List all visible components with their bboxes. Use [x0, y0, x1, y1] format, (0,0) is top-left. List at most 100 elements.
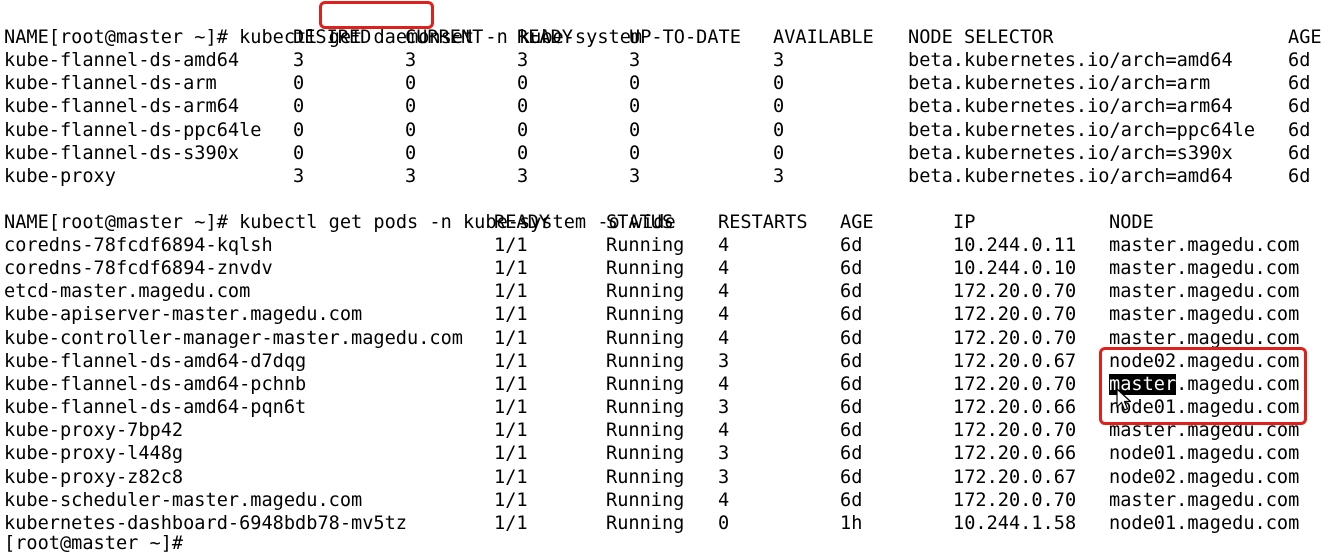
table-cell: 1/1 [494, 350, 528, 372]
table-cell: master.magedu.com [1109, 281, 1300, 303]
table-cell: 0 [629, 119, 641, 141]
table-cell: beta.kubernetes.io/arch=amd64 [908, 166, 1233, 187]
table-cell: kube-proxy-7bp42 [4, 420, 184, 442]
column-header: NODE [1109, 212, 1154, 233]
table-cell: 0 [629, 96, 641, 118]
table-cell: Running [606, 373, 685, 395]
column-header: AGE [1288, 27, 1322, 48]
table-cell: kube-proxy [4, 166, 116, 187]
table-cell: 3 [517, 166, 529, 187]
table-cell: 10.244.1.58 [953, 512, 1077, 534]
table-cell: 10.244.0.11 [953, 235, 1077, 256]
table-cell: kube-flannel-ds-arm [4, 73, 217, 95]
table-cell: 0 [517, 73, 529, 95]
table-cell: coredns-78fcdf6894-znvdv [4, 258, 273, 280]
column-header: READY [494, 212, 550, 233]
table-cell: 0 [405, 119, 417, 141]
table-cell: 172.20.0.67 [953, 466, 1077, 488]
table-cell: 172.20.0.66 [953, 443, 1077, 465]
table-cell: Running [606, 235, 685, 256]
table-cell: 0 [517, 96, 529, 118]
table-cell: 6d [840, 258, 863, 280]
table-cell: 6d [1288, 50, 1311, 71]
terminal-window[interactable]: [root@master ~]# kubectl get daemonset -… [0, 0, 1340, 554]
column-header: READY [517, 27, 573, 48]
table-cell: 172.20.0.70 [953, 281, 1077, 303]
table-cell: 6d [840, 489, 863, 511]
table-cell: 4 [718, 258, 730, 280]
table-cell: 3 [629, 166, 641, 187]
table-cell: 6d [840, 327, 863, 349]
table-cell: 0 [517, 119, 529, 141]
table-cell: 1/1 [494, 489, 528, 511]
table-cell: node01.magedu.com [1109, 443, 1300, 465]
table-cell: 172.20.0.70 [953, 489, 1077, 511]
table-cell: beta.kubernetes.io/arch=arm [908, 73, 1211, 95]
column-header: AGE [840, 212, 874, 233]
column-header: UP-TO-DATE [629, 27, 741, 48]
table-cell: kube-flannel-ds-s390x [4, 142, 240, 164]
table-cell: 172.20.0.70 [953, 420, 1077, 442]
table-cell: 172.20.0.70 [953, 373, 1077, 395]
column-header: IP [953, 212, 976, 233]
column-header: NAME [4, 212, 49, 233]
table-cell: kube-proxy-z82c8 [4, 466, 184, 488]
table-cell: Running [606, 327, 685, 349]
table-cell: 6d [840, 350, 863, 372]
table-cell: 6d [840, 373, 863, 395]
table-cell: 6d [840, 420, 863, 442]
table-cell: 0 [293, 96, 305, 118]
table-cell: 0 [405, 73, 417, 95]
table-cell: 0 [773, 119, 785, 141]
daemonset-table-header: NAME DESIRED CURRENT READY UP-TO-DATE AV… [4, 26, 1322, 49]
table-cell: 0 [718, 512, 730, 534]
table-cell: 0 [629, 73, 641, 95]
table-cell: 1/1 [494, 373, 528, 395]
table-cell: 1/1 [494, 443, 528, 465]
command-line-pods: [root@master ~]# kubectl get pods -n kub… [4, 188, 676, 233]
red-highlight-box-daemonset [319, 1, 434, 29]
column-header: NAME [4, 27, 49, 48]
table-cell: 3 [629, 50, 641, 71]
table-cell: coredns-78fcdf6894-kqlsh [4, 235, 273, 256]
table-cell: kube-flannel-ds-amd64-pchnb [4, 373, 307, 395]
table-cell: Running [606, 397, 685, 419]
table-cell: 6d [1288, 166, 1311, 187]
table-cell: 172.20.0.66 [953, 397, 1077, 419]
table-cell: Running [606, 350, 685, 372]
table-cell: 6d [840, 281, 863, 303]
table-cell: 3 [773, 50, 785, 71]
table-cell: 4 [718, 281, 730, 303]
table-cell: 1/1 [494, 258, 528, 280]
table-cell: kube-flannel-ds-ppc64le [4, 119, 262, 141]
table-cell: 1h [840, 512, 863, 534]
table-cell: 6d [1288, 73, 1311, 95]
table-cell: kube-controller-manager-master.magedu.co… [4, 327, 463, 349]
table-cell: 6d [840, 235, 863, 256]
table-cell: 3 [405, 50, 417, 71]
table-cell: 4 [718, 304, 730, 326]
table-cell: 0 [405, 96, 417, 118]
table-cell: 0 [773, 73, 785, 95]
column-header: CURRENT [405, 27, 484, 48]
table-cell: 172.20.0.70 [953, 304, 1077, 326]
table-cell: 10.244.0.10 [953, 258, 1077, 280]
table-cell: kube-scheduler-master.magedu.com [4, 489, 363, 511]
table-cell: Running [606, 258, 685, 280]
table-cell: 1/1 [494, 304, 528, 326]
table-cell: node01.magedu.com [1109, 512, 1300, 534]
table-cell: 0 [773, 96, 785, 118]
table-cell: 6d [840, 397, 863, 419]
table-cell: beta.kubernetes.io/arch=amd64 [908, 50, 1233, 71]
table-cell: 4 [718, 489, 730, 511]
shell-prompt: [root@master ~]# [48, 27, 240, 48]
table-cell: 1/1 [494, 327, 528, 349]
table-cell: 3 [293, 50, 305, 71]
table-cell: 1/1 [494, 397, 528, 419]
column-header: NODE SELECTOR [908, 27, 1054, 48]
table-cell: kube-flannel-ds-amd64 [4, 50, 240, 71]
table-cell: 3 [718, 350, 730, 372]
table-cell: kube-flannel-ds-amd64-pqn6t [4, 397, 307, 419]
table-cell: kube-apiserver-master.magedu.com [4, 304, 363, 326]
table-cell: 0 [293, 119, 305, 141]
